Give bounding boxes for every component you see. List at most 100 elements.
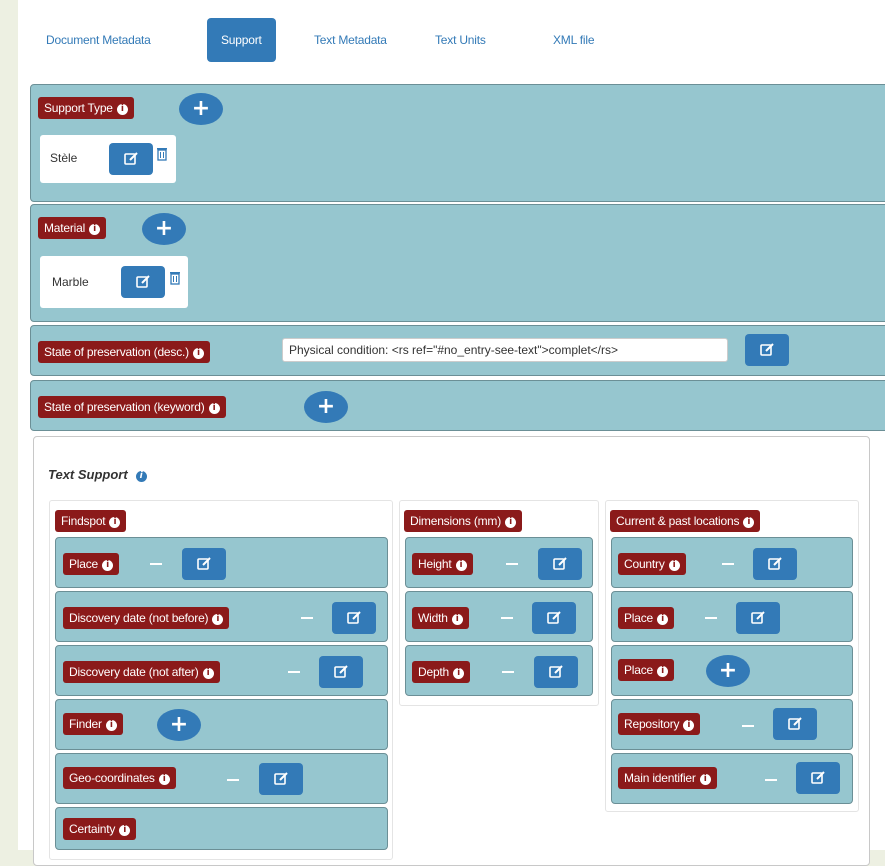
preservation-desc-panel: State of preservation (desc.) i Physical … (30, 325, 885, 376)
edit-findspot-place-button[interactable] (182, 548, 226, 580)
preservation-keyword-panel: State of preservation (keyword) i + (30, 380, 885, 431)
location-place-2-label: Place i (618, 659, 675, 681)
edit-main-identifier-button[interactable] (796, 762, 840, 794)
info-icon[interactable]: i (668, 560, 680, 571)
info-icon[interactable]: i (105, 720, 117, 731)
discovery-not-before-field: Discovery date (not before) i (55, 591, 388, 642)
main-identifier-label: Main identifier i (618, 767, 717, 789)
main-identifier-label-text: Main identifier (624, 771, 696, 785)
depth-label: Depth i (412, 661, 471, 683)
repository-label-text: Repository (624, 717, 680, 731)
depth-field: Depth i (405, 645, 593, 696)
info-icon[interactable]: i (102, 560, 114, 571)
edit-icon (347, 611, 361, 624)
edit-discovery-not-before-button[interactable] (332, 602, 376, 634)
tab-support[interactable]: Support (207, 18, 276, 62)
edit-location-place-button[interactable] (736, 602, 780, 634)
edit-depth-button[interactable] (534, 656, 578, 688)
add-preservation-keyword-button[interactable]: + (304, 391, 348, 423)
tab-xml-file[interactable]: XML file (539, 18, 608, 62)
info-icon[interactable]: i (657, 666, 669, 677)
edit-support-type-button[interactable] (109, 143, 153, 175)
tab-document-metadata[interactable]: Document Metadata (32, 18, 165, 62)
repository-field: Repository i (611, 699, 853, 750)
info-icon[interactable]: i (212, 614, 224, 625)
trash-icon[interactable] (170, 271, 180, 285)
edit-repository-button[interactable] (773, 708, 817, 740)
material-label-text: Material (44, 221, 86, 235)
country-label: Country i (618, 553, 686, 575)
info-icon[interactable]: i (699, 774, 711, 785)
edit-width-button[interactable] (532, 602, 576, 634)
trash-icon[interactable] (157, 147, 167, 161)
info-icon[interactable]: i (109, 517, 121, 528)
edit-material-button[interactable] (121, 266, 165, 298)
empty-value-dash (227, 779, 239, 781)
preservation-keyword-label-text: State of preservation (keyword) (44, 400, 205, 414)
empty-value-dash (502, 671, 514, 673)
finder-field: Finder i + (55, 699, 388, 750)
repository-label: Repository i (618, 713, 701, 735)
info-icon[interactable]: i (202, 668, 214, 679)
finder-label-text: Finder (69, 717, 102, 731)
text-support-heading: Text Support i (48, 467, 147, 482)
add-location-place-button[interactable]: + (706, 655, 750, 687)
edit-icon (136, 275, 150, 288)
preservation-desc-label: State of preservation (desc.) i (38, 341, 210, 363)
info-icon[interactable]: i (453, 668, 465, 679)
info-icon[interactable]: i (89, 224, 101, 235)
edit-icon (553, 557, 567, 570)
findspot-label: Findspot i (55, 510, 127, 532)
edit-preservation-desc-button[interactable] (745, 334, 789, 366)
add-finder-button[interactable]: + (157, 709, 201, 741)
info-icon[interactable]: i (683, 720, 695, 731)
edit-icon (274, 772, 288, 785)
info-icon[interactable]: i (451, 614, 463, 625)
add-support-type-button[interactable]: + (179, 93, 223, 125)
geo-coordinates-label: Geo-coordinates i (63, 767, 176, 789)
tab-text-units[interactable]: Text Units (421, 18, 500, 62)
preservation-keyword-label: State of preservation (keyword) i (38, 396, 226, 418)
edit-discovery-not-after-button[interactable] (319, 656, 363, 688)
edit-icon (760, 343, 774, 356)
info-icon[interactable]: i (455, 560, 467, 571)
dimensions-label: Dimensions (mm) i (404, 510, 523, 532)
tab-text-metadata[interactable]: Text Metadata (300, 18, 401, 62)
info-icon[interactable]: i (657, 614, 669, 625)
support-type-value-box: Stèle (40, 135, 176, 183)
edit-icon (124, 152, 138, 165)
dimensions-label-text: Dimensions (mm) (410, 514, 502, 528)
add-material-button[interactable]: + (142, 213, 186, 245)
empty-value-dash (742, 725, 754, 727)
info-icon[interactable]: i (135, 471, 147, 482)
material-label: Material i (38, 217, 107, 239)
edit-country-button[interactable] (753, 548, 797, 580)
edit-height-button[interactable] (538, 548, 582, 580)
info-icon[interactable]: i (743, 517, 755, 528)
discovery-not-before-label-text: Discovery date (not before) (69, 611, 209, 625)
location-place-label: Place i (618, 607, 675, 629)
discovery-not-before-label: Discovery date (not before) i (63, 607, 230, 629)
support-type-value: Stèle (50, 151, 78, 165)
edit-geo-coordinates-button[interactable] (259, 763, 303, 795)
preservation-desc-input[interactable]: Physical condition: <rs ref="#no_entry-s… (282, 338, 728, 362)
support-type-label: Support Type i (38, 97, 134, 119)
edit-icon (768, 557, 782, 570)
locations-label-text: Current & past locations (616, 514, 740, 528)
location-place-2-field: Place i + (611, 645, 853, 696)
findspot-place-label: Place i (63, 553, 120, 575)
info-icon[interactable]: i (208, 403, 220, 414)
info-icon[interactable]: i (158, 774, 170, 785)
country-field: Country i (611, 537, 853, 588)
info-icon[interactable]: i (505, 517, 517, 528)
info-icon[interactable]: i (119, 825, 131, 836)
empty-value-dash (506, 563, 518, 565)
info-icon[interactable]: i (116, 104, 128, 115)
country-label-text: Country (624, 557, 665, 571)
material-panel: Material i + Marble (30, 204, 885, 322)
height-field: Height i (405, 537, 593, 588)
findspot-place-label-text: Place (69, 557, 99, 571)
geo-coordinates-label-text: Geo-coordinates (69, 771, 155, 785)
height-label-text: Height (418, 557, 452, 571)
info-icon[interactable]: i (192, 348, 204, 359)
